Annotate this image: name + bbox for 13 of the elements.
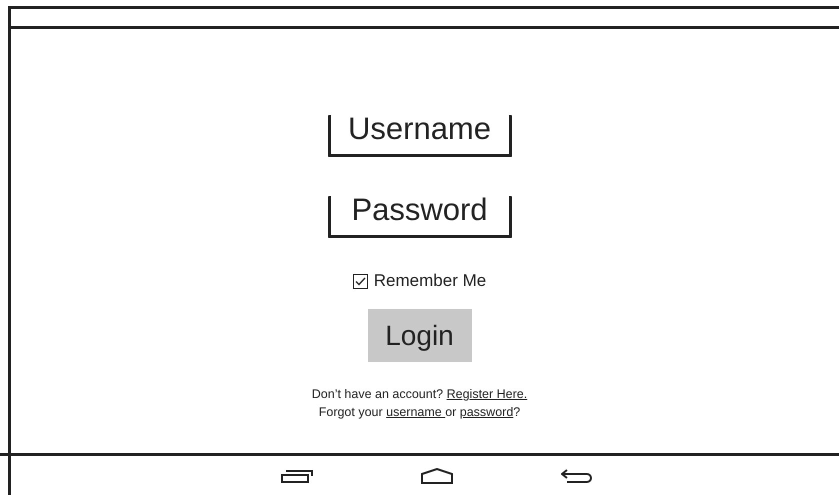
home-icon[interactable]: [421, 468, 453, 484]
input-field[interactable]: Password: [328, 196, 512, 238]
back-icon[interactable]: [561, 468, 593, 482]
register-link[interactable]: Register Here.: [446, 387, 528, 401]
checkbox[interactable]: [352, 274, 368, 288]
checkbox-label: Remember Me: [374, 271, 486, 291]
recent-apps-icon[interactable]: [281, 468, 313, 482]
login-button[interactable]: Login: [368, 309, 472, 362]
forgot-prompt: Forgot your username or password?: [318, 404, 522, 421]
password-link[interactable]: password: [460, 405, 514, 419]
input-field[interactable]: Username: [328, 115, 512, 157]
username-link[interactable]: username: [386, 405, 446, 419]
register-prompt: Don’t have an account? Register Here.: [312, 386, 528, 403]
